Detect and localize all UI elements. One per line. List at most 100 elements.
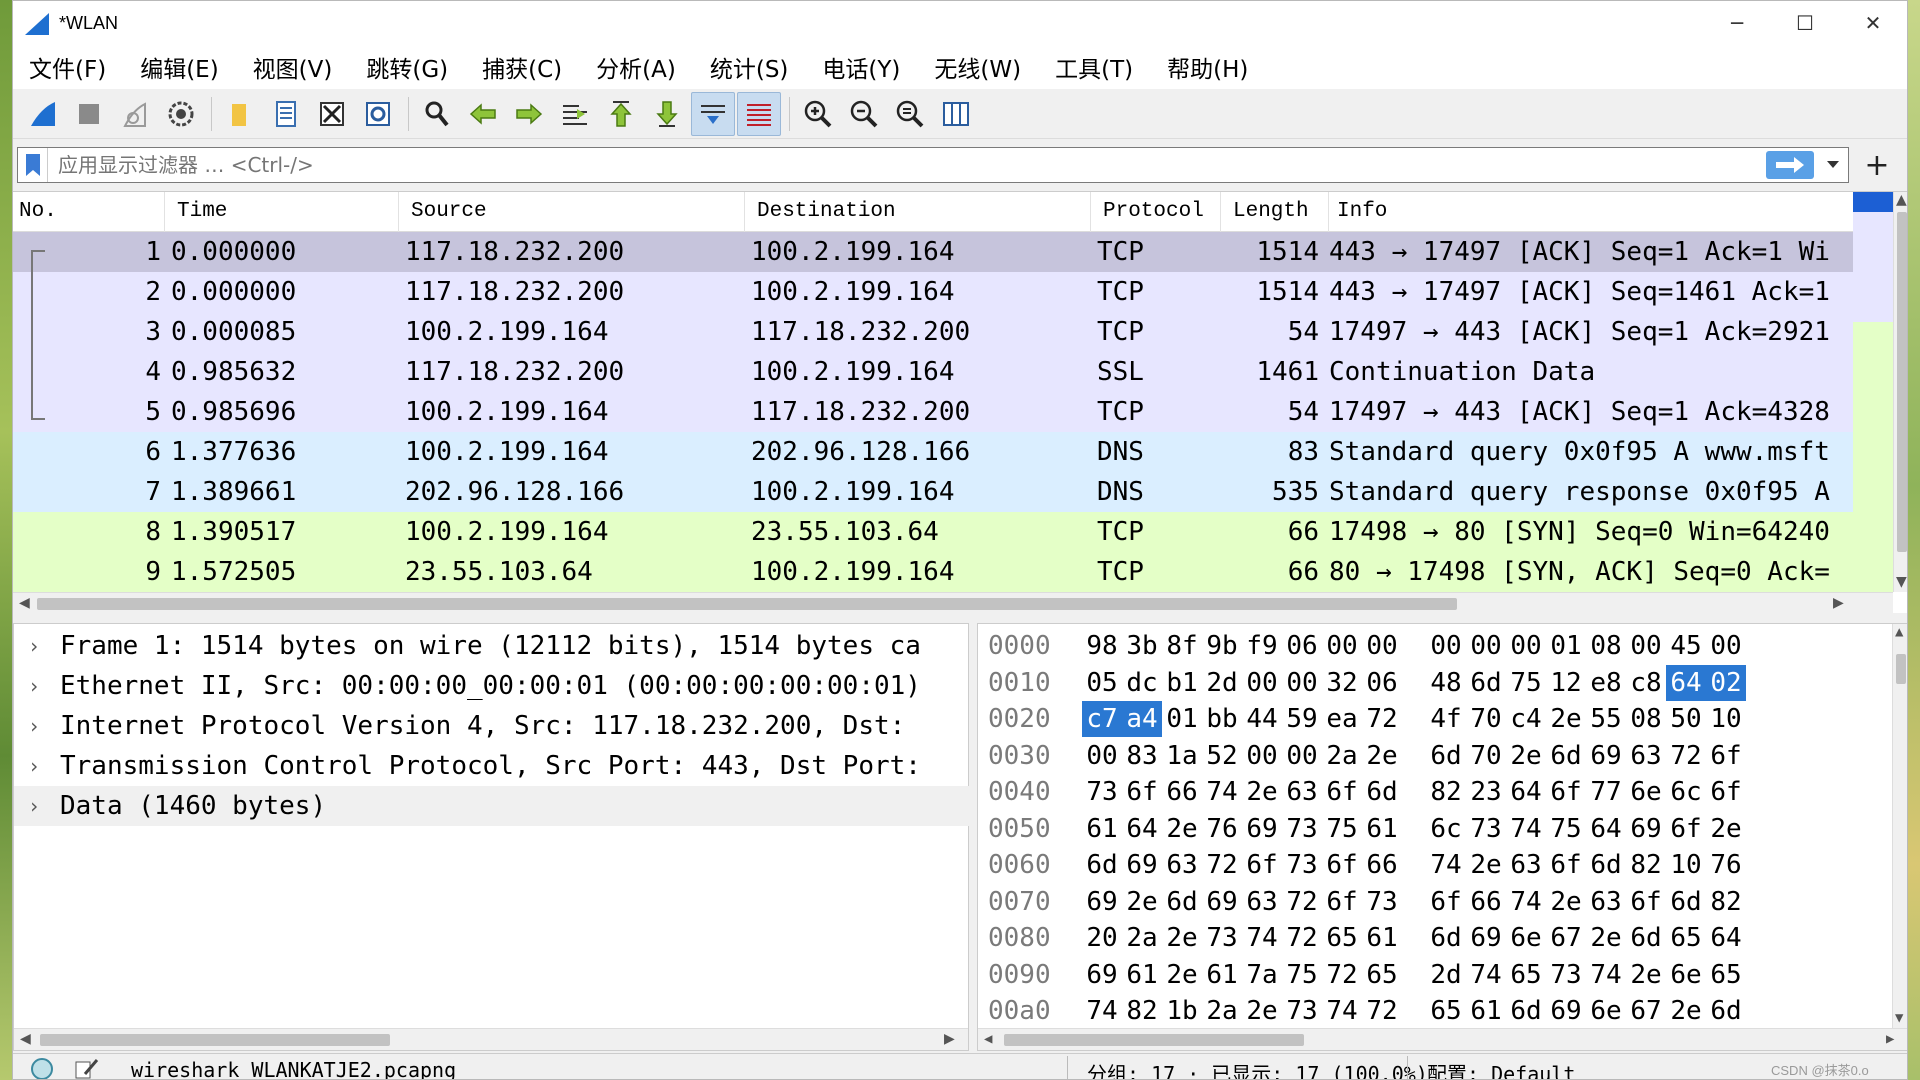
hex-byte[interactable]: 64 (1706, 920, 1746, 956)
go-first-packet-button[interactable] (599, 92, 643, 136)
hex-byte[interactable]: f9 (1242, 628, 1282, 664)
menu-capture[interactable]: 捕获(C) (482, 50, 562, 84)
hex-byte[interactable]: 73 (1546, 957, 1586, 993)
scrollbar-thumb[interactable] (37, 598, 1457, 610)
hex-byte[interactable]: 2a (1322, 738, 1362, 774)
packet-row[interactable]: 5 0.985696 100.2.199.164 117.18.232.200 TCP 5… (13, 392, 1853, 432)
hex-byte[interactable]: 6f (1546, 774, 1586, 810)
expand-chevron-icon[interactable]: › (28, 666, 40, 706)
menu-statistics[interactable]: 统计(S) (710, 50, 789, 84)
packet-row[interactable]: 6 1.377636 100.2.199.164 202.96.128.166 DNS 8… (13, 432, 1853, 472)
hex-byte[interactable]: 01 (1162, 701, 1202, 737)
hex-byte[interactable]: 61 (1122, 957, 1162, 993)
scroll-left-icon[interactable]: ◀ (984, 1031, 992, 1047)
hex-byte[interactable]: 98 (1082, 628, 1122, 664)
capture-options-button[interactable] (159, 92, 203, 136)
display-filter-input[interactable] (48, 153, 1766, 177)
packet-list-horizontal-scrollbar[interactable]: ◀ ▶ (13, 592, 1893, 614)
hex-byte[interactable]: 72 (1322, 957, 1362, 993)
hex-byte[interactable]: 6d (1706, 993, 1746, 1029)
scrollbar-thumb[interactable] (1004, 1034, 1304, 1046)
hex-byte[interactable]: 6f (1322, 884, 1362, 920)
hex-byte[interactable]: 73 (1466, 811, 1506, 847)
hex-byte[interactable]: 6d (1506, 993, 1546, 1029)
hex-byte[interactable]: 63 (1242, 884, 1282, 920)
go-last-packet-button[interactable] (645, 92, 689, 136)
hex-byte[interactable]: 72 (1202, 847, 1242, 883)
go-back-button[interactable] (461, 92, 505, 136)
hex-byte[interactable]: 6d (1082, 847, 1122, 883)
packet-list-vertical-scrollbar[interactable]: ▲ ▼ (1893, 192, 1907, 592)
packet-row[interactable]: 3 0.000085 100.2.199.164 117.18.232.200 TCP 5… (13, 312, 1853, 352)
apply-filter-button[interactable] (1766, 151, 1814, 179)
hex-byte[interactable]: 00 (1282, 665, 1322, 701)
scroll-right-icon[interactable]: ▶ (1833, 595, 1844, 611)
hex-byte[interactable]: ea (1322, 701, 1362, 737)
tree-item-tcp[interactable]: › Transmission Control Protocol, Src Port… (14, 746, 970, 786)
column-destination[interactable]: Destination (745, 192, 1091, 232)
hex-byte[interactable]: 2e (1666, 993, 1706, 1029)
hex-byte[interactable]: 9b (1202, 628, 1242, 664)
packet-row[interactable]: 8 1.390517 100.2.199.164 23.55.103.64 TCP 66 1… (13, 512, 1853, 552)
hex-byte[interactable]: 73 (1282, 811, 1322, 847)
hex-byte[interactable]: 2a (1202, 993, 1242, 1029)
hex-byte[interactable]: 2d (1202, 665, 1242, 701)
hex-byte[interactable]: 8f (1162, 628, 1202, 664)
find-packet-button[interactable] (415, 92, 459, 136)
hex-byte[interactable]: 05 (1082, 665, 1122, 701)
hex-byte[interactable]: 7a (1242, 957, 1282, 993)
hex-byte[interactable]: 66 (1466, 884, 1506, 920)
status-profile[interactable]: 配置: Default (1427, 1058, 1575, 1079)
hex-byte[interactable]: 2e (1162, 920, 1202, 956)
start-capture-button[interactable] (21, 92, 65, 136)
packet-row[interactable]: 4 0.985632 117.18.232.200 100.2.199.164 SSL 1… (13, 352, 1853, 392)
hex-byte[interactable]: 72 (1362, 993, 1402, 1029)
hex-byte[interactable]: a4 (1122, 701, 1162, 737)
hex-byte[interactable]: 61 (1082, 811, 1122, 847)
hex-byte[interactable]: dc (1122, 665, 1162, 701)
scrollbar-thumb[interactable] (1897, 212, 1907, 552)
expand-chevron-icon[interactable]: › (28, 786, 40, 826)
hex-byte[interactable]: 65 (1666, 920, 1706, 956)
hex-byte[interactable]: 63 (1506, 847, 1546, 883)
hex-byte[interactable]: 61 (1362, 811, 1402, 847)
hex-byte[interactable]: 69 (1626, 811, 1666, 847)
hex-byte[interactable]: 65 (1362, 957, 1402, 993)
hex-byte[interactable]: 61 (1362, 920, 1402, 956)
hex-byte[interactable]: 2e (1626, 957, 1666, 993)
hex-byte[interactable]: 72 (1282, 884, 1322, 920)
reload-file-button[interactable] (356, 92, 400, 136)
hex-byte[interactable]: 64 (1122, 811, 1162, 847)
scroll-left-icon[interactable]: ◀ (20, 1031, 31, 1047)
details-horizontal-scrollbar[interactable]: ◀ ▶ (14, 1028, 968, 1050)
hex-byte[interactable]: 4f (1426, 701, 1466, 737)
hex-byte[interactable]: 6f (1706, 738, 1746, 774)
hex-byte[interactable]: 12 (1546, 665, 1586, 701)
menu-analyze[interactable]: 分析(A) (596, 50, 676, 84)
scroll-up-icon[interactable]: ▲ (1896, 192, 1907, 208)
hex-byte[interactable]: 69 (1202, 884, 1242, 920)
hex-byte[interactable]: 00 (1362, 628, 1402, 664)
packet-minimap[interactable] (1853, 192, 1893, 592)
hex-byte[interactable]: 67 (1546, 920, 1586, 956)
column-source[interactable]: Source (399, 192, 745, 232)
hex-byte[interactable]: 08 (1626, 701, 1666, 737)
open-file-button[interactable] (218, 92, 262, 136)
hex-byte[interactable]: 61 (1466, 993, 1506, 1029)
hex-byte[interactable]: 6d (1666, 884, 1706, 920)
menu-tools[interactable]: 工具(T) (1055, 50, 1133, 84)
hex-byte[interactable]: 6d (1426, 738, 1466, 774)
column-no[interactable]: No. (13, 192, 165, 232)
hex-byte[interactable]: 75 (1322, 811, 1362, 847)
hex-vertical-scrollbar[interactable]: ▲ ▼ (1892, 624, 1907, 1028)
hex-byte[interactable]: 6e (1626, 774, 1666, 810)
hex-byte[interactable]: 2e (1242, 774, 1282, 810)
menu-edit[interactable]: 编辑(E) (140, 50, 218, 84)
hex-byte[interactable]: b1 (1162, 665, 1202, 701)
hex-byte[interactable]: 6f (1426, 884, 1466, 920)
hex-byte[interactable]: 65 (1426, 993, 1466, 1029)
hex-byte[interactable]: 70 (1466, 738, 1506, 774)
hex-byte[interactable]: 00 (1282, 738, 1322, 774)
hex-byte[interactable]: 6d (1546, 738, 1586, 774)
hex-byte[interactable]: 6f (1322, 847, 1362, 883)
